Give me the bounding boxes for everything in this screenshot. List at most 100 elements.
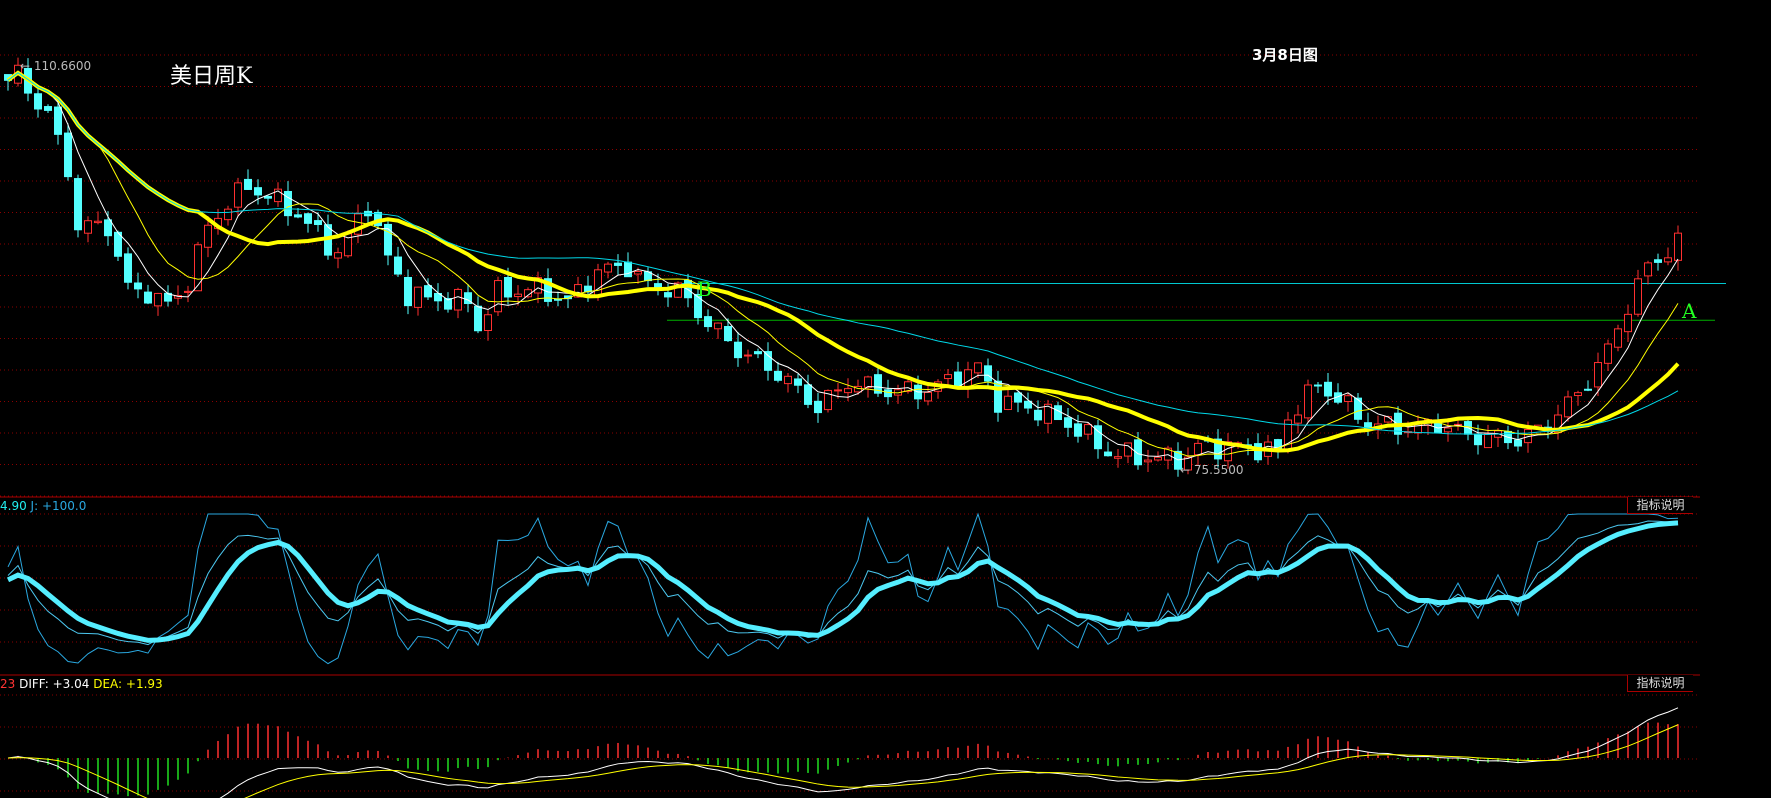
- high-price-value: 110.6600: [33, 59, 92, 73]
- candle-up: [1624, 313, 1632, 333]
- candle-down: [804, 384, 812, 405]
- candle-up: [1294, 414, 1302, 424]
- kdj-j-value: J: +100.0: [30, 499, 87, 513]
- candle-up: [414, 286, 422, 308]
- candle-up: [1444, 427, 1452, 433]
- candle-down: [1254, 443, 1262, 461]
- macd-dea-value: DEA: +1.93: [93, 677, 163, 691]
- candle-down: [474, 305, 482, 332]
- ma40-line: [7, 72, 1679, 435]
- high-price-label: ← 110.6600: [20, 59, 92, 73]
- candle-up: [1344, 395, 1352, 403]
- candle-down: [1584, 388, 1592, 391]
- level-a-label: A: [1682, 299, 1697, 323]
- candle-down: [1324, 381, 1332, 397]
- candle-down: [1014, 392, 1022, 403]
- candle-down: [884, 389, 892, 398]
- candle-down: [1034, 409, 1042, 421]
- candle-down: [134, 282, 142, 290]
- candle-down: [774, 370, 782, 381]
- macd-indicator-help-button[interactable]: 指标说明: [1627, 675, 1693, 692]
- candle-down: [74, 178, 82, 231]
- macd-legend: 23 DIFF: +3.04 DEA: +1.93: [0, 677, 163, 691]
- candle-up: [84, 220, 92, 234]
- candle-up: [1484, 433, 1492, 449]
- low-price-label: ← 75.5500: [1180, 463, 1244, 477]
- candle-down: [264, 195, 272, 199]
- candle-up: [494, 280, 502, 313]
- candle-down: [54, 106, 62, 135]
- candle-down: [754, 351, 762, 355]
- candle-down: [554, 298, 562, 301]
- candle-up: [1144, 459, 1152, 463]
- candle-up: [224, 208, 232, 221]
- candle-up: [1604, 343, 1612, 364]
- candle-down: [244, 178, 252, 190]
- candle-down: [294, 214, 302, 218]
- candle-up: [714, 322, 722, 330]
- candle-down: [814, 400, 822, 414]
- candle-up: [234, 182, 242, 208]
- candle-up: [454, 288, 462, 311]
- candle-up: [334, 252, 342, 259]
- candle-up: [184, 290, 192, 293]
- chart-date-label: 3月8日图: [1252, 46, 1318, 64]
- candle-down: [304, 213, 312, 224]
- candle-down: [144, 291, 152, 304]
- candle-up: [634, 270, 642, 275]
- candle-down: [1654, 259, 1662, 263]
- chart-canvas: [0, 54, 1726, 798]
- candle-down: [424, 285, 432, 298]
- candle-up: [1644, 262, 1652, 277]
- candle-down: [704, 316, 712, 328]
- candle-up: [604, 263, 612, 273]
- candle-up: [744, 354, 752, 357]
- candle-down: [984, 365, 992, 382]
- candle-down: [624, 261, 632, 278]
- candle-up: [1594, 362, 1602, 388]
- candle-down: [764, 351, 772, 371]
- candle-up: [1084, 424, 1092, 435]
- candle-down: [314, 220, 322, 226]
- kdj-indicator-help-button[interactable]: 指标说明: [1627, 497, 1693, 514]
- candle-up: [1674, 232, 1682, 261]
- candle-up: [94, 220, 102, 224]
- candle-down: [124, 253, 132, 283]
- candle-up: [1304, 384, 1312, 419]
- candle-up: [964, 369, 972, 389]
- candle-up: [1664, 257, 1672, 263]
- kdj-legend: 4.90 J: +100.0: [0, 499, 86, 513]
- candle-up: [1154, 456, 1162, 461]
- kdj-k-line: [7, 520, 1679, 646]
- kdj-d-value: 4.90: [0, 499, 27, 513]
- candle-up: [594, 269, 602, 296]
- candle-down: [284, 190, 292, 217]
- ma20-line: [6, 70, 1680, 453]
- candle-down: [404, 276, 412, 307]
- candle-up: [154, 292, 162, 307]
- candle-down: [34, 93, 42, 110]
- candle-up: [844, 388, 852, 394]
- candle-down: [614, 262, 622, 266]
- candle-down: [794, 378, 802, 386]
- candle-down: [1064, 417, 1072, 428]
- candle-down: [504, 276, 512, 298]
- candle-down: [664, 292, 672, 298]
- candle-up: [834, 389, 842, 392]
- candle-up: [1564, 396, 1572, 418]
- chart-title: 美日周K: [170, 64, 253, 89]
- candle-down: [254, 187, 262, 196]
- candle-down: [1514, 439, 1522, 447]
- candle-down: [1104, 451, 1112, 457]
- candle-up: [1194, 442, 1202, 456]
- macd-value: 23: [0, 677, 16, 691]
- candle-down: [994, 380, 1002, 413]
- candle-down: [1054, 405, 1062, 421]
- candle-up: [1634, 278, 1642, 315]
- ma10-line: [7, 72, 1679, 457]
- candle-up: [864, 376, 872, 388]
- candle-up: [514, 293, 522, 298]
- candle-up: [204, 224, 212, 248]
- candle-down: [1314, 384, 1322, 387]
- kdj-d-line: [6, 520, 1679, 643]
